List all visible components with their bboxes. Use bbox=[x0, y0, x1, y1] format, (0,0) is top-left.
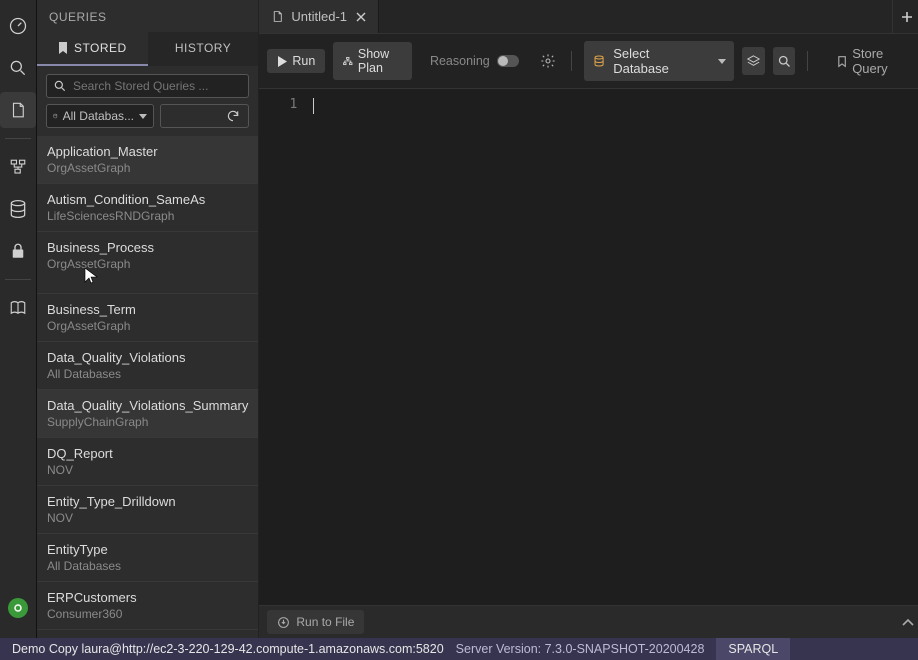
magnify-icon bbox=[8, 58, 28, 78]
expand-results-button[interactable] bbox=[902, 618, 914, 626]
search-input[interactable] bbox=[73, 79, 242, 93]
reasoning-toggle[interactable]: Reasoning bbox=[420, 49, 529, 73]
settings-button[interactable] bbox=[537, 47, 560, 75]
list-item[interactable]: DQ_Report NOV bbox=[37, 438, 258, 486]
layers-icon bbox=[746, 54, 761, 69]
nav-security[interactable] bbox=[0, 233, 36, 269]
gauge-icon bbox=[8, 16, 28, 36]
list-item[interactable]: ERPCustomers Consumer360 bbox=[37, 582, 258, 630]
document-icon bbox=[9, 100, 27, 120]
list-item[interactable]: Application_Master OrgAssetGraph bbox=[37, 136, 258, 184]
show-plan-button[interactable]: Show Plan bbox=[333, 42, 412, 80]
editor-tabs: Untitled-1 bbox=[259, 0, 918, 34]
list-item[interactable]: EntityType All Databases bbox=[37, 534, 258, 582]
language-indicator[interactable]: SPARQL bbox=[716, 638, 790, 660]
nav-home[interactable] bbox=[0, 8, 36, 44]
line-gutter: 1 bbox=[259, 89, 307, 605]
line-number: 1 bbox=[259, 97, 297, 112]
search-box[interactable] bbox=[46, 74, 249, 98]
status-version: Server Version: 7.3.0-SNAPSHOT-20200428 bbox=[456, 642, 705, 656]
tab-history-label: HISTORY bbox=[175, 41, 231, 55]
nav-schema[interactable] bbox=[0, 149, 36, 185]
tab-history[interactable]: HISTORY bbox=[148, 32, 259, 66]
list-item[interactable]: Business_Process OrgAssetGraph bbox=[37, 232, 258, 294]
caret bbox=[313, 98, 314, 114]
layers-button[interactable] bbox=[742, 47, 765, 75]
editor-tab[interactable]: Untitled-1 bbox=[259, 0, 379, 33]
nav-docs[interactable] bbox=[0, 290, 36, 326]
list-item[interactable]: Autism_Condition_SameAs LifeSciencesRNDG… bbox=[37, 184, 258, 232]
panel-title: QUERIES bbox=[37, 0, 258, 32]
divider bbox=[807, 51, 808, 71]
editor-toolbar: Run Show Plan Reasoning Select Database bbox=[259, 34, 918, 89]
tab-close-button[interactable] bbox=[354, 12, 368, 22]
list-item[interactable]: Entity_Type_Drilldown NOV bbox=[37, 486, 258, 534]
db-filter-label: All Databas... bbox=[63, 109, 134, 123]
run-label: Run bbox=[292, 54, 315, 68]
new-tab-button[interactable] bbox=[892, 0, 918, 33]
status-dot-icon bbox=[8, 598, 28, 618]
database-select-label: Select Database bbox=[613, 46, 702, 76]
nav-queries[interactable] bbox=[0, 92, 36, 128]
nav-database[interactable] bbox=[0, 191, 36, 227]
schema-icon bbox=[8, 158, 28, 176]
download-icon bbox=[277, 616, 290, 629]
close-icon bbox=[356, 12, 366, 22]
file-icon bbox=[271, 9, 284, 24]
tab-stored[interactable]: STORED bbox=[37, 32, 148, 66]
toolbar-search-button[interactable] bbox=[773, 47, 796, 75]
toggle-switch[interactable] bbox=[497, 55, 519, 67]
language-label: SPARQL bbox=[728, 642, 778, 656]
tab-stored-label: STORED bbox=[74, 41, 127, 55]
database-select[interactable]: Select Database bbox=[584, 41, 734, 81]
chevron-down-icon bbox=[718, 59, 726, 64]
editor-tab-title: Untitled-1 bbox=[291, 9, 347, 24]
chevron-up-icon bbox=[902, 618, 914, 626]
list-item[interactable]: Find_Similar_Conditions_ML LifeSciencesR… bbox=[37, 630, 258, 638]
list-item[interactable]: Business_Term OrgAssetGraph bbox=[37, 294, 258, 342]
refresh-button[interactable] bbox=[160, 104, 249, 128]
database-icon bbox=[8, 199, 28, 219]
store-query-button[interactable]: Store Query bbox=[828, 41, 914, 81]
editor-area: Untitled-1 Run Show Plan Reasoning bbox=[259, 0, 918, 638]
status-bar: Demo Copy laura@http://ec2-3-220-129-42.… bbox=[0, 638, 918, 660]
reasoning-label: Reasoning bbox=[430, 54, 490, 68]
list-item[interactable]: Data_Quality_Violations_Summary SupplyCh… bbox=[37, 390, 258, 438]
db-icon bbox=[593, 54, 605, 68]
db-small-icon bbox=[53, 110, 58, 122]
refresh-icon bbox=[226, 109, 240, 123]
nav-rail bbox=[0, 0, 37, 638]
store-query-label: Store Query bbox=[852, 46, 904, 76]
plus-icon bbox=[901, 11, 913, 23]
code-body[interactable] bbox=[307, 89, 918, 605]
search-icon bbox=[777, 54, 792, 69]
plan-icon bbox=[343, 55, 353, 67]
show-plan-label: Show Plan bbox=[358, 47, 402, 75]
run-to-file-label: Run to File bbox=[296, 615, 354, 629]
divider bbox=[571, 51, 572, 71]
db-filter-select[interactable]: All Databas... bbox=[46, 104, 154, 128]
lock-icon bbox=[9, 241, 27, 261]
bookmark-icon bbox=[838, 55, 846, 68]
panel-subtabs: STORED HISTORY bbox=[37, 32, 258, 66]
chevron-down-icon bbox=[139, 114, 147, 119]
code-editor[interactable]: 1 bbox=[259, 89, 918, 605]
run-footer: Run to File bbox=[259, 605, 918, 638]
list-item[interactable]: Data_Quality_Violations All Databases bbox=[37, 342, 258, 390]
queries-panel: QUERIES STORED HISTORY All Databas... bbox=[37, 0, 259, 638]
nav-explore[interactable] bbox=[0, 50, 36, 86]
book-icon bbox=[8, 299, 28, 317]
nav-status[interactable] bbox=[0, 590, 36, 626]
run-button[interactable]: Run bbox=[267, 49, 325, 73]
status-connection: Demo Copy laura@http://ec2-3-220-129-42.… bbox=[12, 642, 444, 656]
gear-icon bbox=[540, 53, 556, 69]
play-icon bbox=[277, 56, 287, 67]
bookmark-icon bbox=[58, 42, 68, 54]
search-icon bbox=[53, 79, 67, 93]
query-list[interactable]: Application_Master OrgAssetGraph Autism_… bbox=[37, 136, 258, 638]
run-to-file-button[interactable]: Run to File bbox=[267, 610, 364, 634]
